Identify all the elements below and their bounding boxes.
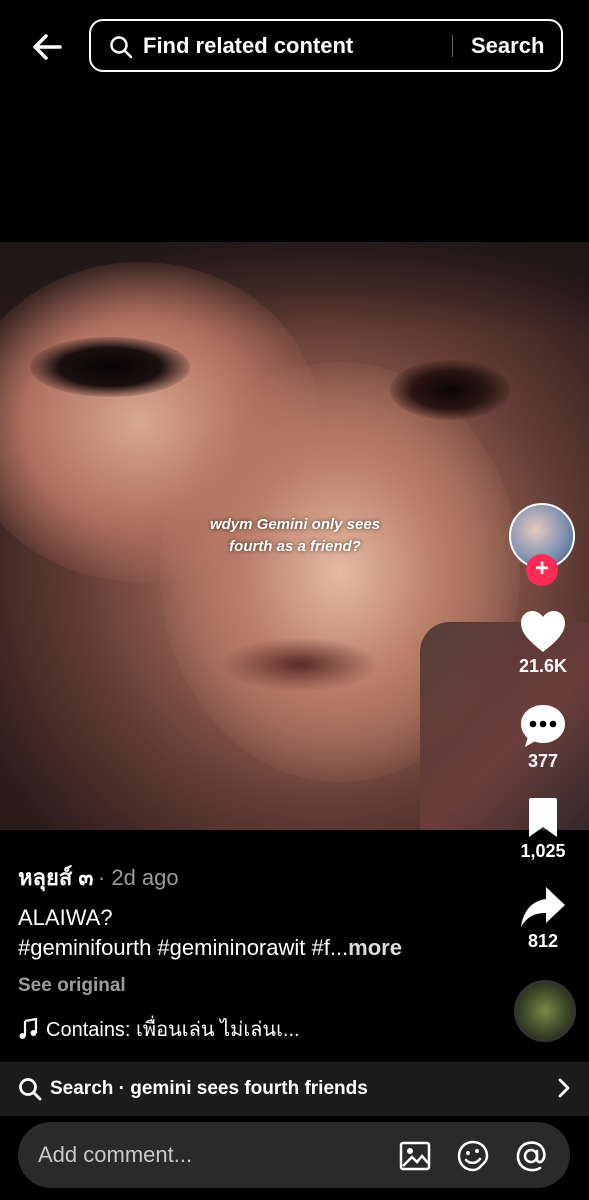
search-box[interactable]: Find related content Search bbox=[89, 19, 563, 72]
follow-plus-icon[interactable]: + bbox=[526, 554, 558, 586]
video-frame-part bbox=[390, 360, 510, 420]
video-frame-part bbox=[30, 337, 190, 397]
related-search-bar[interactable]: Search · gemini sees fourth friends bbox=[0, 1062, 589, 1116]
more-button[interactable]: more bbox=[348, 935, 402, 960]
related-search-label: Search · gemini sees fourth friends bbox=[50, 1078, 368, 1099]
search-icon bbox=[19, 1078, 42, 1101]
heart-icon bbox=[521, 611, 565, 652]
post-meta: หลุยส์ ๓ · 2d ago bbox=[18, 860, 498, 895]
share-button[interactable]: 812 bbox=[500, 885, 586, 952]
chevron-right-icon bbox=[558, 1078, 570, 1098]
sticker-icon[interactable] bbox=[456, 1139, 490, 1173]
image-icon[interactable] bbox=[398, 1139, 432, 1173]
search-button[interactable]: Search bbox=[471, 33, 544, 59]
save-button[interactable]: 1,025 bbox=[500, 797, 586, 862]
comment-input[interactable]: Add comment... bbox=[38, 1142, 192, 1168]
video-caption: wdym Gemini only sees fourth as a friend… bbox=[209, 516, 381, 555]
video-frame-part bbox=[220, 637, 380, 692]
music-title: Contains: เพื่อนเล่น ไม่เล่นเ... bbox=[46, 1019, 300, 1041]
search-input[interactable]: Find related content bbox=[143, 33, 353, 59]
description-line: ALAIWA? bbox=[18, 905, 113, 930]
top-bar: Find related content Search bbox=[0, 0, 589, 95]
see-original-link[interactable]: See original bbox=[18, 975, 126, 997]
description-hashtags: #geminifourth #gemininorawit #f...more bbox=[18, 933, 488, 963]
author-name[interactable]: หลุยส์ ๓ bbox=[18, 865, 93, 890]
share-arrow-icon bbox=[521, 887, 565, 927]
bookmark-icon bbox=[529, 798, 557, 837]
comment-count: 377 bbox=[527, 751, 559, 771]
hashtags-text[interactable]: #geminifourth #gemininorawit #f... bbox=[18, 935, 348, 960]
music-info[interactable]: Contains: เพื่อนเล่น ไม่เล่นเ... bbox=[18, 1013, 300, 1045]
search-divider bbox=[452, 35, 453, 57]
save-count: 1,025 bbox=[520, 841, 566, 861]
comment-button[interactable]: 377 bbox=[500, 703, 586, 772]
post-time: · 2d ago bbox=[97, 865, 179, 890]
like-count: 21.6K bbox=[518, 656, 568, 676]
search-icon bbox=[110, 36, 133, 59]
post-description: ALAIWA? #geminifourth #gemininorawit #f.… bbox=[18, 903, 488, 963]
share-count: 812 bbox=[527, 931, 559, 951]
comment-input-bar[interactable]: Add comment... bbox=[18, 1122, 570, 1188]
back-arrow-icon[interactable] bbox=[28, 28, 66, 66]
music-disc[interactable] bbox=[514, 980, 576, 1042]
mention-icon[interactable] bbox=[514, 1139, 548, 1173]
music-note-icon bbox=[19, 1018, 38, 1039]
like-button[interactable]: 21.6K bbox=[500, 610, 586, 677]
comment-bubble-icon bbox=[521, 705, 565, 747]
